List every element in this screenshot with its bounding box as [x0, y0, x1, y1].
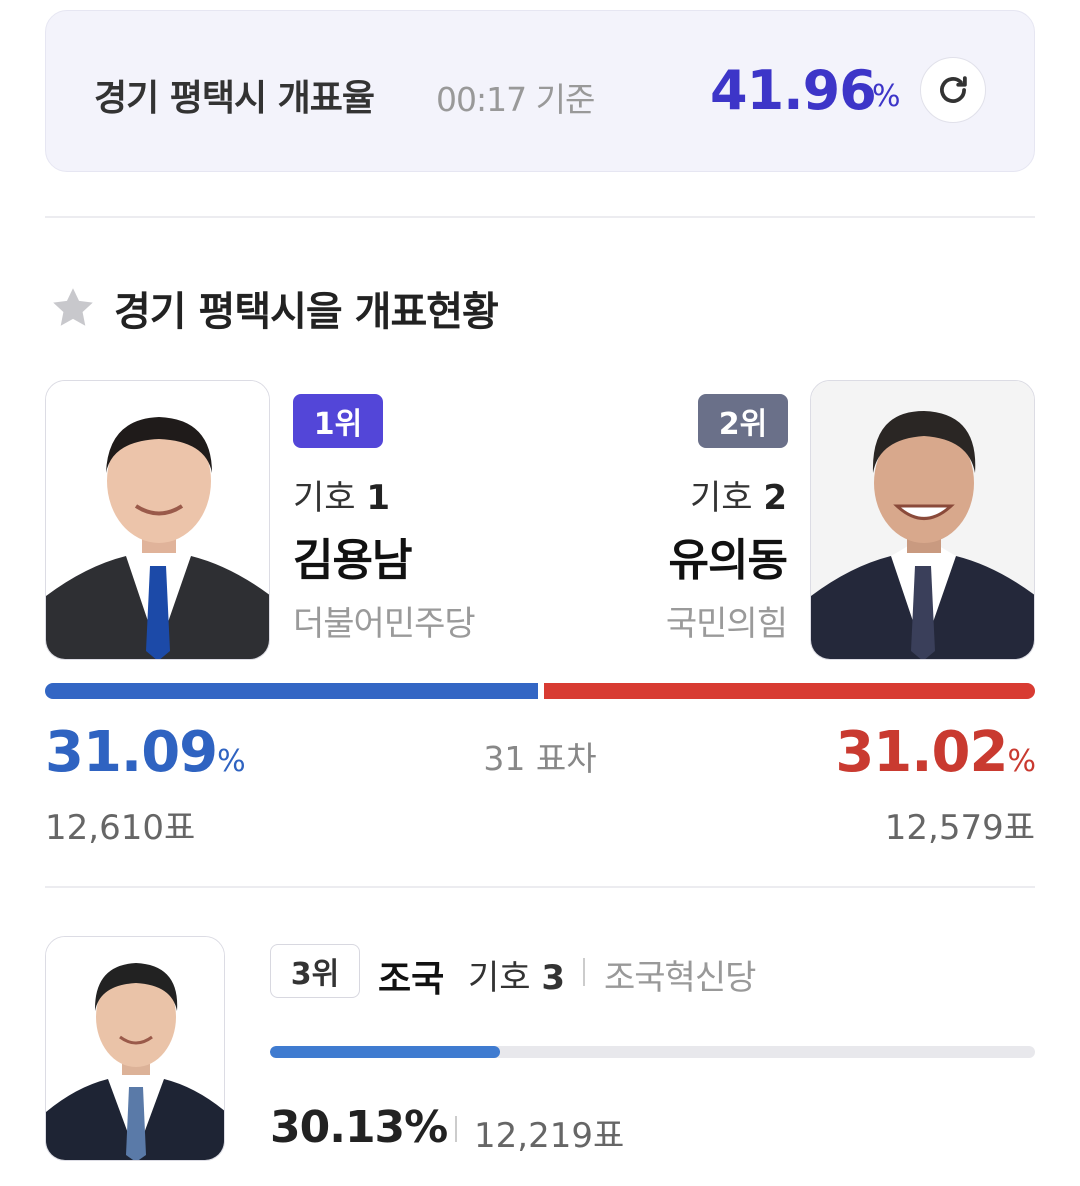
- candidate-2-party: 국민의힘: [665, 604, 788, 644]
- number-label: 기호: [689, 478, 753, 518]
- candidate-2-votes: 12,579표: [884, 808, 1035, 848]
- candidate-3-votes: 12,219표: [474, 1116, 625, 1156]
- count-rate-unit: %: [872, 79, 901, 114]
- candidate-3-percent: 30.13%: [270, 1102, 448, 1153]
- count-rate-time: 00:17 기준: [436, 80, 595, 119]
- candidate-1-party: 더불어민주당: [293, 604, 476, 644]
- candidate-3-number: 기호 3: [468, 950, 565, 999]
- candidate-3-share-track: [270, 1046, 1035, 1058]
- candidate-1-photo: [45, 380, 270, 660]
- rank-badge-1: 1위: [293, 394, 383, 448]
- candidate-1-number: 기호 1: [293, 470, 390, 519]
- number-label: 기호: [293, 478, 356, 518]
- candidate-2-share-bar: [544, 683, 1035, 699]
- rank-badge-3: 3위: [270, 944, 360, 998]
- candidate-2-photo: [810, 380, 1035, 660]
- number-label: 기호: [468, 958, 531, 998]
- rank-badge-2: 2위: [698, 394, 788, 448]
- count-rate-box: 경기 평택시 개표율 00:17 기준 41.96 %: [45, 10, 1035, 172]
- candidate-2-name[interactable]: 유의동: [669, 524, 788, 588]
- star-icon[interactable]: [48, 283, 98, 333]
- separator: [583, 958, 585, 986]
- percent-value: 31.02: [835, 720, 1008, 785]
- divider: [45, 886, 1035, 888]
- separator: [455, 1116, 457, 1142]
- candidate-3-share-bar: [270, 1046, 501, 1058]
- number-value: 3: [541, 958, 566, 998]
- candidate-3-photo: [45, 936, 225, 1161]
- candidate-1-share-bar: [45, 683, 538, 699]
- refresh-button[interactable]: [920, 57, 986, 123]
- refresh-icon: [940, 76, 967, 103]
- candidate-2-number: 기호 2: [690, 470, 787, 519]
- candidate-1-votes: 12,610표: [45, 808, 196, 848]
- candidate-1-name[interactable]: 김용남: [293, 524, 412, 588]
- number-value: 2: [763, 478, 787, 518]
- section-header: 경기 평택시을 개표현황: [48, 282, 499, 335]
- candidate-3-name[interactable]: 조국: [378, 950, 444, 1002]
- count-rate-title: 경기 평택시 개표율: [94, 78, 375, 119]
- count-rate-value: 41.96: [710, 59, 877, 122]
- candidate-2-percent: 31.02%: [835, 720, 1036, 785]
- number-value: 1: [366, 478, 391, 518]
- candidate-3-party: 조국혁신당: [604, 958, 756, 998]
- section-title: 경기 평택시을 개표현황: [114, 289, 499, 335]
- divider: [45, 216, 1035, 218]
- percent-unit: %: [1007, 744, 1035, 779]
